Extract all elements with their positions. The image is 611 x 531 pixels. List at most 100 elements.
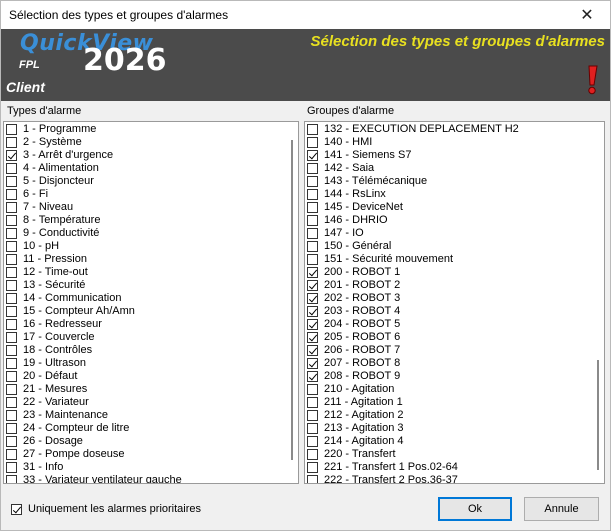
- group-item[interactable]: 213 - Agitation 3: [305, 422, 604, 435]
- group-item[interactable]: 145 - DeviceNet: [305, 201, 604, 214]
- type-item[interactable]: 26 - Dosage: [4, 435, 298, 448]
- group-item[interactable]: 141 - Siemens S7: [305, 149, 604, 162]
- type-checkbox[interactable]: [6, 176, 17, 187]
- type-item[interactable]: 7 - Niveau: [4, 201, 298, 214]
- group-checkbox[interactable]: [307, 293, 318, 304]
- group-checkbox[interactable]: [307, 423, 318, 434]
- type-checkbox[interactable]: [6, 267, 17, 278]
- type-item[interactable]: 23 - Maintenance: [4, 409, 298, 422]
- group-checkbox[interactable]: [307, 358, 318, 369]
- types-listbox[interactable]: 1 - Programme 2 - Système 3 - Arrêt d'urge…: [3, 121, 299, 484]
- type-checkbox[interactable]: [6, 397, 17, 408]
- group-checkbox[interactable]: [307, 241, 318, 252]
- type-checkbox[interactable]: [6, 462, 17, 473]
- type-item[interactable]: 22 - Variateur: [4, 396, 298, 409]
- group-checkbox[interactable]: [307, 475, 318, 483]
- group-item[interactable]: 150 - Général: [305, 240, 604, 253]
- group-item[interactable]: 146 - DHRIO: [305, 214, 604, 227]
- group-checkbox[interactable]: [307, 306, 318, 317]
- type-item[interactable]: 17 - Couvercle: [4, 331, 298, 344]
- type-checkbox[interactable]: [6, 371, 17, 382]
- group-item[interactable]: 140 - HMI: [305, 136, 604, 149]
- group-checkbox[interactable]: [307, 280, 318, 291]
- group-checkbox[interactable]: [307, 436, 318, 447]
- type-item[interactable]: 5 - Disjoncteur: [4, 175, 298, 188]
- group-item[interactable]: 214 - Agitation 4: [305, 435, 604, 448]
- type-checkbox[interactable]: [6, 306, 17, 317]
- type-checkbox[interactable]: [6, 254, 17, 265]
- group-checkbox[interactable]: [307, 137, 318, 148]
- group-checkbox[interactable]: [307, 267, 318, 278]
- group-checkbox[interactable]: [307, 462, 318, 473]
- type-item[interactable]: 20 - Défaut: [4, 370, 298, 383]
- type-item[interactable]: 19 - Ultrason: [4, 357, 298, 370]
- group-checkbox[interactable]: [307, 163, 318, 174]
- type-item[interactable]: 4 - Alimentation: [4, 162, 298, 175]
- type-item[interactable]: 12 - Time-out: [4, 266, 298, 279]
- type-item[interactable]: 21 - Mesures: [4, 383, 298, 396]
- priority-only-option[interactable]: Uniquement les alarmes prioritaires: [11, 503, 201, 515]
- type-checkbox[interactable]: [6, 332, 17, 343]
- type-item[interactable]: 1 - Programme: [4, 123, 298, 136]
- group-checkbox[interactable]: [307, 189, 318, 200]
- type-item[interactable]: 31 - Info: [4, 461, 298, 474]
- group-checkbox[interactable]: [307, 124, 318, 135]
- group-checkbox[interactable]: [307, 345, 318, 356]
- ok-button[interactable]: Ok: [438, 497, 512, 521]
- types-scrollbar[interactable]: [286, 122, 298, 483]
- type-item[interactable]: 24 - Compteur de litre: [4, 422, 298, 435]
- group-item[interactable]: 202 - ROBOT 3: [305, 292, 604, 305]
- type-checkbox[interactable]: [6, 163, 17, 174]
- group-checkbox[interactable]: [307, 202, 318, 213]
- type-checkbox[interactable]: [6, 293, 17, 304]
- type-item[interactable]: 3 - Arrêt d'urgence: [4, 149, 298, 162]
- group-item[interactable]: 206 - ROBOT 7: [305, 344, 604, 357]
- type-checkbox[interactable]: [6, 228, 17, 239]
- group-item[interactable]: 208 - ROBOT 9: [305, 370, 604, 383]
- type-item[interactable]: 8 - Température: [4, 214, 298, 227]
- type-item[interactable]: 13 - Sécurité: [4, 279, 298, 292]
- group-checkbox[interactable]: [307, 150, 318, 161]
- group-item[interactable]: 221 - Transfert 1 Pos.02-64: [305, 461, 604, 474]
- group-checkbox[interactable]: [307, 254, 318, 265]
- type-checkbox[interactable]: [6, 241, 17, 252]
- group-item[interactable]: 144 - RsLinx: [305, 188, 604, 201]
- type-item[interactable]: 15 - Compteur Ah/Amn: [4, 305, 298, 318]
- type-checkbox[interactable]: [6, 319, 17, 330]
- group-item[interactable]: 220 - Transfert: [305, 448, 604, 461]
- type-checkbox[interactable]: [6, 423, 17, 434]
- group-checkbox[interactable]: [307, 371, 318, 382]
- type-checkbox[interactable]: [6, 358, 17, 369]
- type-checkbox[interactable]: [6, 449, 17, 460]
- group-item[interactable]: 201 - ROBOT 2: [305, 279, 604, 292]
- priority-only-checkbox[interactable]: [11, 503, 22, 515]
- group-checkbox[interactable]: [307, 332, 318, 343]
- type-item[interactable]: 16 - Redresseur: [4, 318, 298, 331]
- type-checkbox[interactable]: [6, 280, 17, 291]
- group-item[interactable]: 200 - ROBOT 1: [305, 266, 604, 279]
- type-item[interactable]: 33 - Variateur ventilateur gauche: [4, 474, 298, 483]
- group-checkbox[interactable]: [307, 449, 318, 460]
- group-item[interactable]: 204 - ROBOT 5: [305, 318, 604, 331]
- title-bar[interactable]: Sélection des types et groupes d'alarmes…: [1, 1, 610, 29]
- groups-scrollbar[interactable]: [592, 122, 604, 483]
- type-item[interactable]: 9 - Conductivité: [4, 227, 298, 240]
- group-item[interactable]: 205 - ROBOT 6: [305, 331, 604, 344]
- group-item[interactable]: 142 - Saia: [305, 162, 604, 175]
- type-item[interactable]: 11 - Pression: [4, 253, 298, 266]
- close-icon[interactable]: ✕: [564, 1, 610, 29]
- group-item[interactable]: 147 - IO: [305, 227, 604, 240]
- type-item[interactable]: 18 - Contrôles: [4, 344, 298, 357]
- type-item[interactable]: 27 - Pompe doseuse: [4, 448, 298, 461]
- type-checkbox[interactable]: [6, 202, 17, 213]
- group-item[interactable]: 222 - Transfert 2 Pos.36-37: [305, 474, 604, 483]
- group-item[interactable]: 207 - ROBOT 8: [305, 357, 604, 370]
- type-checkbox[interactable]: [6, 436, 17, 447]
- type-checkbox[interactable]: [6, 475, 17, 483]
- type-checkbox[interactable]: [6, 189, 17, 200]
- type-item[interactable]: 6 - Fi: [4, 188, 298, 201]
- group-item[interactable]: 143 - Télémécanique: [305, 175, 604, 188]
- groups-scroll-thumb[interactable]: [597, 360, 599, 470]
- group-checkbox[interactable]: [307, 410, 318, 421]
- cancel-button[interactable]: Annule: [524, 497, 599, 521]
